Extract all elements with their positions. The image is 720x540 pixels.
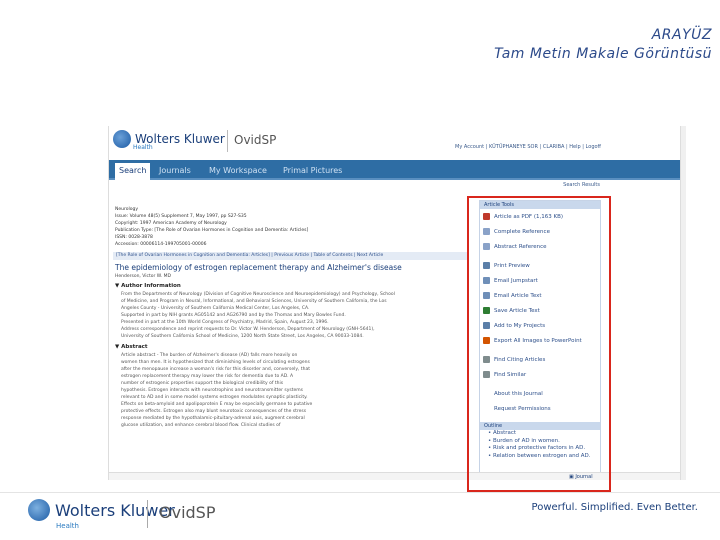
tools-highlight-box bbox=[467, 196, 611, 492]
tab-primal-pictures[interactable]: Primal Pictures bbox=[279, 163, 346, 178]
tab-search[interactable]: Search bbox=[115, 163, 151, 180]
abstract-heading-text: Abstract bbox=[121, 344, 148, 350]
author-info-line: Supported in part by NIH grants AG05142 … bbox=[121, 313, 346, 318]
author-info-line: Angeles County - University of Southern … bbox=[121, 306, 310, 311]
abstract-line: number of estrogenic properties support … bbox=[121, 381, 284, 386]
abstract-text: Article abstract - The burden of Alzheim… bbox=[121, 352, 460, 429]
author-info-line: Address correspondence and reprint reque… bbox=[121, 327, 375, 332]
tab-journals[interactable]: Journals bbox=[155, 163, 195, 178]
product-name: OvidSP bbox=[234, 133, 277, 147]
footer-slogan: Powerful. Simplified. Even Better. bbox=[531, 502, 698, 513]
main-tabbar: Search Journals My Workspace Primal Pict… bbox=[109, 160, 686, 180]
author-info-heading-text: Author Information bbox=[121, 283, 181, 289]
author-info-line: Presented in part at the 10th World Cong… bbox=[121, 320, 329, 325]
author-info-line: From the Departments of Neurology (Divis… bbox=[121, 292, 395, 297]
search-results-link[interactable]: Search Results bbox=[563, 182, 600, 188]
abstract-line: Article abstract - The burden of Alzheim… bbox=[121, 353, 298, 358]
author-info-heading[interactable]: ▼ Author Information bbox=[115, 283, 466, 289]
meta-copyright: Copyright: 1997 American Academy of Neur… bbox=[115, 221, 227, 226]
footer-wolters-kluwer-logo: Wolters Kluwer bbox=[28, 499, 175, 521]
author-info-text: From the Departments of Neurology (Divis… bbox=[121, 291, 460, 340]
slide: ARAYÜZ Tam Metin Makale Görüntüsü Wolter… bbox=[0, 0, 720, 540]
article-nav-strip[interactable]: [The Role of Ovarian Hormones in Cogniti… bbox=[113, 252, 468, 260]
author-info-line: of Medicine, and Program in Neural, Info… bbox=[121, 299, 387, 304]
abstract-line: hypothesis. Estrogen interacts with neur… bbox=[121, 388, 304, 393]
slide-title-line1: ARAYÜZ bbox=[651, 27, 712, 43]
logo-divider bbox=[227, 130, 228, 152]
wolters-kluwer-logo-icon bbox=[113, 130, 131, 148]
meta-accession: Accession: 00006114-199705001-00006 bbox=[115, 242, 207, 247]
article-view: Neurology Issue: Volume 48(5) Supplement… bbox=[113, 204, 468, 480]
footer-brand: Wolters Kluwer bbox=[55, 500, 175, 520]
article-meta: Neurology Issue: Volume 48(5) Supplement… bbox=[113, 204, 468, 250]
author-info-line: University of Southern California School… bbox=[121, 334, 364, 339]
meta-issue: Issue: Volume 48(5) Supplement 7, May 19… bbox=[115, 214, 247, 219]
footer-divider bbox=[0, 492, 720, 493]
article-author[interactable]: Henderson, Victor W. MD bbox=[115, 274, 466, 279]
slide-title: ARAYÜZ Tam Metin Makale Görüntüsü bbox=[494, 26, 712, 64]
abstract-line: Effects on beta-amyloid and apolipoprote… bbox=[121, 402, 313, 407]
tab-my-workspace[interactable]: My Workspace bbox=[205, 163, 271, 178]
abstract-line: relevant to AD and in some model systems… bbox=[121, 395, 308, 400]
abstract-line: estrogen replacement therapy may lower t… bbox=[121, 374, 294, 379]
abstract-heading[interactable]: ▼ Abstract bbox=[115, 344, 466, 350]
abstract-line: glucose utilization, and enhance cerebra… bbox=[121, 423, 281, 428]
brand-sub: Health bbox=[133, 144, 153, 151]
article-title: The epidemiology of estrogen replacement… bbox=[115, 263, 402, 272]
footer-brand-sub: Health bbox=[56, 522, 79, 530]
vertical-scrollbar[interactable] bbox=[680, 126, 686, 480]
slide-title-line2: Tam Metin Makale Görüntüsü bbox=[494, 46, 712, 62]
wolters-kluwer-logo[interactable]: Wolters Kluwer bbox=[113, 130, 225, 148]
footer-logo-divider bbox=[147, 500, 148, 528]
abstract-line: response mediated by the hypothalamic-pi… bbox=[121, 416, 305, 421]
footer-logo-icon bbox=[28, 499, 50, 521]
abstract-line: after the menopause increase a woman's r… bbox=[121, 367, 311, 372]
abstract-line: protective effects. Estrogen also may bl… bbox=[121, 409, 307, 414]
meta-journal: Neurology bbox=[115, 207, 139, 212]
abstract-line: women than men. It is hypothesized that … bbox=[121, 360, 310, 365]
meta-pubtype: Publication Type: [The Role of Ovarian H… bbox=[115, 228, 309, 233]
footer-product: OvidSP bbox=[159, 503, 216, 522]
top-links[interactable]: My Account | KÜTÜPHANEYE SOR | CLARIBA |… bbox=[455, 144, 601, 150]
app-header: Wolters Kluwer Health OvidSP My Account … bbox=[109, 126, 686, 156]
meta-issn: ISSN: 0028-3878 bbox=[115, 235, 153, 240]
